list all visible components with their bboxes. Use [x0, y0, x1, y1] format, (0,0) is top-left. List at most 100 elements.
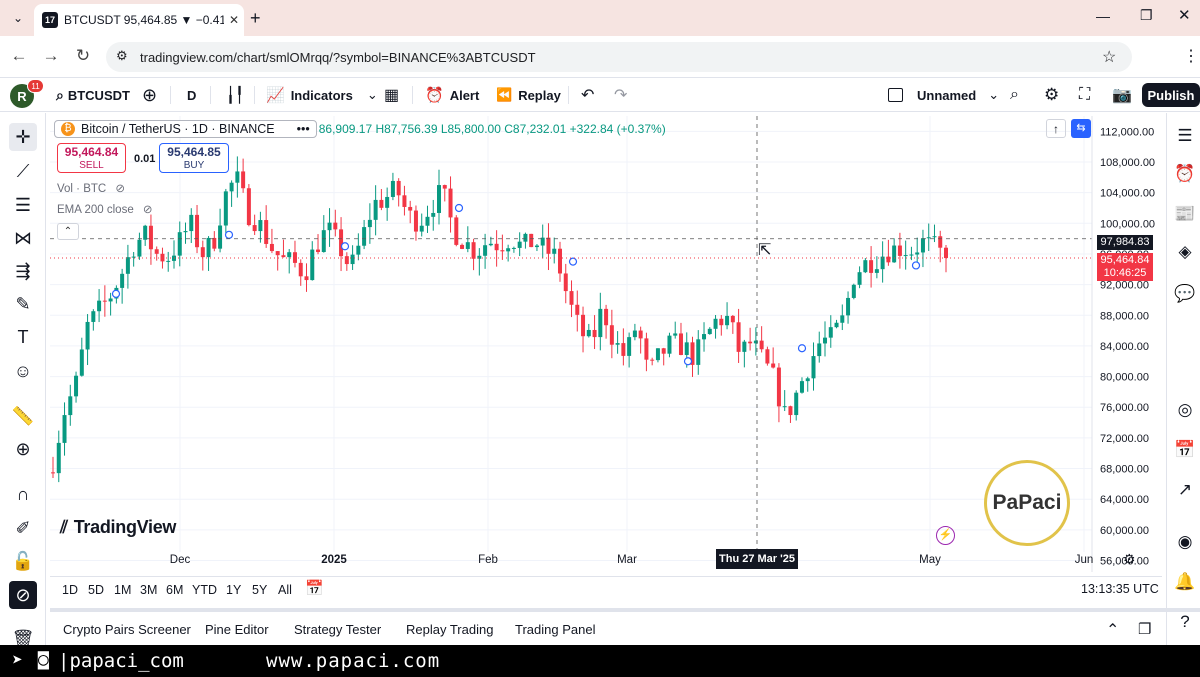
candle-body — [707, 328, 712, 335]
range-5d[interactable]: 5D — [88, 583, 104, 597]
range-3m[interactable]: 3M — [140, 583, 157, 597]
collapse-legend-icon[interactable]: ⌃ — [57, 223, 79, 240]
candle-body — [840, 315, 845, 323]
collapse-panel-icon[interactable]: ⌃ — [1106, 620, 1119, 640]
candle-body — [252, 225, 257, 232]
candle-body — [494, 243, 499, 251]
scroll-up-icon[interactable]: ↑ — [1046, 119, 1066, 138]
candle-body — [195, 214, 200, 248]
candle-body — [673, 333, 678, 336]
candle-body — [471, 242, 476, 259]
range-1d[interactable]: 1D — [62, 583, 78, 597]
candle-body — [886, 256, 891, 263]
panel-tab-crypto-pairs-screener[interactable]: Crypto Pairs Screener — [63, 622, 191, 637]
candle-body — [385, 196, 390, 208]
panel-tab-strategy-tester[interactable]: Strategy Tester — [294, 622, 381, 637]
price-tick-label: 88,000.00 — [1100, 310, 1149, 322]
panel-tab-replay-trading[interactable]: Replay Trading — [406, 622, 493, 637]
buy-button[interactable]: 95,464.85 BUY — [159, 143, 229, 173]
symbol-title-box[interactable]: ₿ Bitcoin / TetherUS · 1D · BINANCE ••• — [54, 120, 317, 138]
candle-body — [442, 185, 447, 189]
range-5y[interactable]: 5Y — [252, 583, 267, 597]
candle-body — [667, 335, 672, 354]
video-footer-banner: ➤ ◙ |papaci_com www.papaci.com — [0, 645, 1200, 677]
candle-body — [396, 180, 401, 196]
sell-button[interactable]: 95,464.84 SELL — [57, 143, 126, 173]
range-6m[interactable]: 6M — [166, 583, 183, 597]
bitcoin-icon: ₿ — [61, 122, 75, 136]
candle-body — [702, 334, 707, 340]
candle-body — [488, 243, 493, 246]
mouse-cursor-icon: ⇱ — [758, 242, 772, 259]
eye-hidden-icon[interactable]: ⊘ — [143, 204, 153, 216]
candle-body — [678, 333, 683, 355]
price-tick-label: 64,000.00 — [1100, 494, 1149, 506]
eye-hidden-icon[interactable]: ⊘ — [115, 183, 125, 195]
candle-body — [828, 327, 833, 338]
range-1y[interactable]: 1Y — [226, 583, 241, 597]
sell-label: SELL — [79, 160, 104, 171]
candle-body — [431, 212, 436, 217]
range-1m[interactable]: 1M — [114, 583, 131, 597]
axis-settings-icon[interactable]: ⚙ — [1123, 551, 1136, 568]
candle-body — [759, 340, 764, 350]
tradingview-logo[interactable]: ⫽ TradingView — [60, 517, 176, 538]
candle-body — [511, 247, 516, 249]
candle-body — [327, 222, 332, 231]
candle-body — [661, 348, 666, 354]
event-marker — [111, 289, 121, 298]
candle-body — [56, 442, 61, 474]
crosshair-price-label: 97,984.83 — [1097, 235, 1153, 250]
range-ytd[interactable]: YTD — [192, 583, 217, 597]
price-tick-label: 76,000.00 — [1100, 402, 1149, 414]
candle-body — [869, 260, 874, 273]
panel-tab-pine-editor[interactable]: Pine Editor — [205, 622, 269, 637]
candle-body — [350, 254, 355, 265]
candle-body — [811, 356, 816, 379]
candle-body — [131, 256, 136, 258]
candle-body — [246, 188, 251, 226]
price-tick-label: 80,000.00 — [1100, 372, 1149, 384]
candle-body — [229, 182, 234, 192]
candle-body — [183, 231, 188, 233]
clock-utc[interactable]: 13:13:35 UTC — [1081, 582, 1159, 596]
candle-body — [85, 321, 90, 350]
papaci-watermark: PaPaci — [984, 460, 1070, 546]
more-options-icon[interactable]: ••• — [297, 122, 310, 136]
lightning-icon[interactable]: ⚡ — [936, 526, 955, 545]
goto-date-icon[interactable]: 📅 — [305, 579, 324, 597]
candle-body — [298, 262, 303, 277]
candle-body — [615, 343, 620, 345]
chart-sync-icon[interactable]: ⇆ — [1071, 119, 1091, 138]
candle-body — [235, 171, 240, 183]
panel-tab-trading-panel[interactable]: Trading Panel — [515, 622, 595, 637]
ohlc-values: 86,909.17 H87,756.39 L85,800.00 C87,232.… — [318, 122, 666, 136]
candle-body — [897, 245, 902, 256]
telegram-icon: ➤ — [12, 650, 23, 671]
candle-body — [546, 237, 551, 254]
candle-body — [448, 188, 453, 218]
candle-body — [823, 337, 828, 344]
candle-body — [592, 329, 597, 338]
date-range-bar: 1D 5D 1M 3M 6M YTD 1Y 5Y All — [50, 576, 1162, 604]
candle-body — [557, 248, 562, 274]
indicator-ema[interactable]: EMA 200 close ⊘ — [57, 202, 153, 216]
candle-body — [413, 210, 418, 232]
candle-body — [200, 247, 205, 258]
maximize-panel-icon[interactable]: ❐ — [1138, 620, 1151, 638]
time-tick-label: 2025 — [321, 554, 347, 566]
event-marker — [454, 203, 464, 213]
order-quantity[interactable]: 0.01 — [134, 153, 155, 165]
range-all[interactable]: All — [278, 583, 292, 597]
time-axis[interactable]: Dec 2025 Feb Mar May Jun — [170, 554, 1094, 566]
price-tick-label: 60,000.00 — [1100, 525, 1149, 537]
candle-body — [581, 314, 586, 337]
candle-body — [373, 199, 378, 220]
symbol-title: Bitcoin / TetherUS · 1D · BINANCE — [81, 122, 275, 136]
indicator-volume[interactable]: Vol · BTC ⊘ — [57, 181, 125, 195]
candle-body — [805, 378, 810, 382]
price-axis[interactable]: 112,000.00 108,000.00 104,000.00 100,000.00… — [1091, 116, 1155, 572]
bottom-panel-tabs: ⌃ ❐ Crypto Pairs Screener Pine Editor Stra… — [50, 608, 1200, 644]
candle-body — [500, 250, 505, 252]
candle-body — [851, 284, 856, 298]
